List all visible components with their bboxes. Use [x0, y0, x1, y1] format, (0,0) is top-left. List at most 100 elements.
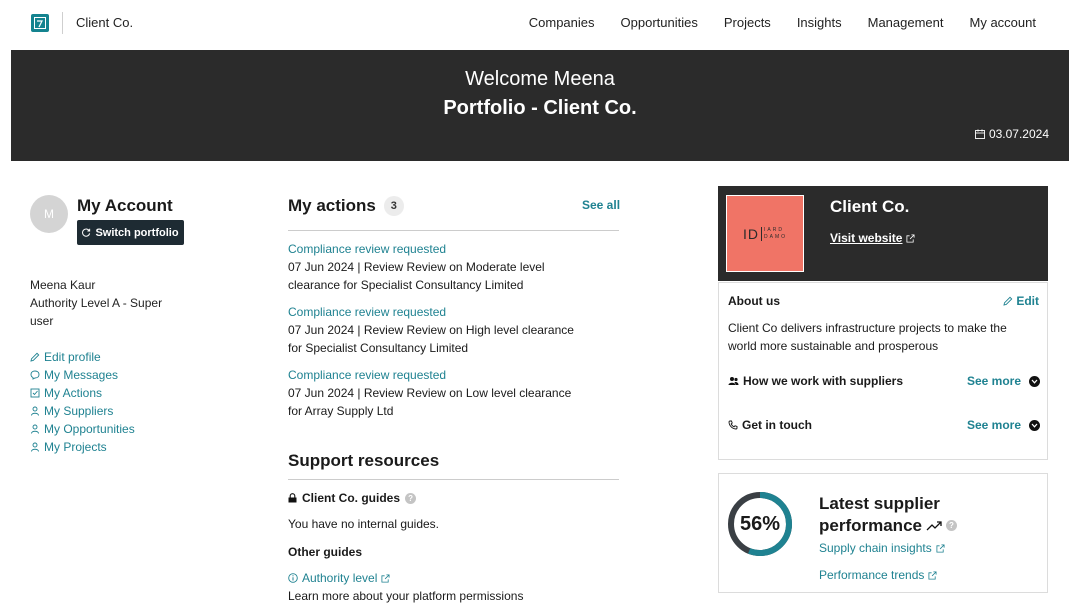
my-suppliers-label: My Suppliers: [44, 404, 114, 418]
performance-title-line1: Latest supplier: [819, 494, 940, 513]
pencil-icon: [1003, 296, 1013, 306]
help-icon[interactable]: ?: [945, 520, 957, 532]
support-resources-title: Support resources: [288, 451, 440, 470]
person-icon: [31, 442, 39, 452]
client-guides-label: Client Co. guides: [302, 491, 401, 505]
company-name: Client Co.: [830, 197, 910, 216]
actions-count-badge: 3: [383, 196, 404, 216]
info-icon: [288, 573, 298, 583]
lock-icon: [288, 493, 297, 503]
performance-title-line2: performance: [819, 516, 922, 536]
company-logo: ID IARD DAMO: [726, 195, 804, 272]
people-icon: [728, 377, 739, 385]
visit-website-link[interactable]: Visit website: [830, 231, 915, 245]
calendar-icon: [974, 129, 985, 139]
see-more-link[interactable]: See more: [967, 418, 1021, 432]
supply-chain-insights-label: Supply chain insights: [819, 541, 932, 555]
brand-name[interactable]: Client Co.: [76, 15, 133, 30]
person-icon: [31, 424, 39, 434]
get-in-touch-row[interactable]: Get in touch See more: [728, 418, 1040, 432]
my-opportunities-link[interactable]: My Opportunities: [30, 420, 135, 438]
visit-website-label: Visit website: [830, 231, 903, 245]
see-all-link[interactable]: See all: [582, 198, 620, 212]
hero-banner: Welcome Meena Portfolio - Client Co. 03.…: [11, 50, 1069, 161]
chevron-down-icon[interactable]: [1029, 419, 1040, 431]
my-suppliers-link[interactable]: My Suppliers: [30, 402, 135, 420]
user-role: Authority Level A - Super user: [30, 296, 163, 328]
switch-portfolio-button[interactable]: Switch portfolio: [77, 220, 184, 245]
my-messages-link[interactable]: My Messages: [30, 366, 135, 384]
external-link-icon: [906, 233, 915, 243]
my-messages-label: My Messages: [44, 368, 119, 382]
nav-link-my-account[interactable]: My account: [970, 15, 1036, 30]
user-info: Meena Kaur Authority Level A - Super use…: [30, 276, 180, 330]
how-we-work-label: How we work with suppliers: [743, 374, 904, 388]
action-detail: 07 Jun 2024 | Review Review on Low level…: [288, 386, 572, 418]
help-icon[interactable]: ?: [405, 492, 417, 504]
edit-profile-link[interactable]: Edit profile: [30, 348, 135, 366]
no-guides-text: You have no internal guides.: [288, 517, 440, 531]
performance-trends-link[interactable]: Performance trends: [819, 568, 937, 582]
action-item: Compliance review requested 07 Jun 2024 …: [288, 303, 588, 357]
external-link-icon: [928, 570, 937, 580]
top-navigation: Client Co. Companies Opportunities Proje…: [0, 0, 1080, 46]
account-links: Edit profile My Messages My Actions My S…: [30, 348, 135, 456]
nav-links: Companies Opportunities Projects Insight…: [529, 15, 1036, 30]
welcome-heading: Welcome Meena: [465, 68, 615, 90]
authority-level-link[interactable]: Authority level: [288, 571, 390, 585]
user-name: Meena Kaur: [30, 278, 96, 292]
avatar[interactable]: M: [30, 195, 68, 233]
pencil-icon: [30, 352, 40, 362]
edit-label: Edit: [1016, 294, 1039, 308]
supplier-performance-card: 56% Latest supplier performance ? Supply…: [718, 473, 1048, 593]
action-detail: 07 Jun 2024 | Review Review on High leve…: [288, 323, 574, 355]
chevron-down-icon[interactable]: [1029, 375, 1040, 387]
about-us-text: Client Co delivers infrastructure projec…: [728, 321, 1007, 353]
action-title-link[interactable]: Compliance review requested: [288, 303, 588, 321]
phone-icon: [728, 420, 738, 430]
edit-about-button[interactable]: Edit: [1003, 294, 1039, 308]
supply-chain-insights-link[interactable]: Supply chain insights: [819, 541, 945, 555]
how-we-work-row[interactable]: How we work with suppliers See more: [728, 374, 1040, 388]
portfolio-heading: Portfolio - Client Co.: [443, 97, 637, 119]
logo-icon[interactable]: [31, 14, 49, 32]
my-actions-title: My actions: [288, 196, 376, 215]
about-us-card: About us Edit Client Co delivers infrast…: [718, 282, 1048, 460]
performance-trends-label: Performance trends: [819, 568, 925, 582]
checklist-icon: [30, 388, 40, 398]
authority-level-label: Authority level: [302, 571, 378, 585]
nav-link-insights[interactable]: Insights: [797, 15, 842, 30]
my-account-title: My Account: [77, 196, 173, 215]
see-more-link[interactable]: See more: [967, 374, 1021, 388]
external-link-icon: [936, 543, 945, 553]
nav-link-companies[interactable]: Companies: [529, 15, 595, 30]
my-projects-link[interactable]: My Projects: [30, 438, 135, 456]
my-actions-link[interactable]: My Actions: [30, 384, 135, 402]
nav-link-projects[interactable]: Projects: [724, 15, 771, 30]
person-icon: [31, 406, 39, 416]
action-title-link[interactable]: Compliance review requested: [288, 366, 588, 384]
trend-up-icon: [926, 521, 942, 531]
performance-percent: 56%: [739, 512, 781, 535]
edit-profile-label: Edit profile: [44, 350, 101, 364]
action-detail: 07 Jun 2024 | Review Review on Moderate …: [288, 260, 545, 292]
get-in-touch-label: Get in touch: [742, 418, 812, 432]
external-link-icon: [381, 573, 390, 583]
client-guides-heading: Client Co. guides ?: [288, 491, 417, 505]
company-card: ID IARD DAMO Client Co. Visit website: [718, 186, 1048, 281]
support-divider: [288, 479, 619, 480]
my-actions-label: My Actions: [44, 386, 103, 400]
date-display: 03.07.2024: [974, 127, 1049, 141]
my-projects-label: My Projects: [44, 440, 107, 454]
company-logo-text: ID: [742, 225, 759, 242]
nav-link-opportunities[interactable]: Opportunities: [621, 15, 698, 30]
my-actions-heading: My actions 3: [288, 196, 404, 216]
how-we-work-label-group: How we work with suppliers: [728, 374, 967, 388]
nav-link-management[interactable]: Management: [868, 15, 944, 30]
company-logo-subtext: IARD DAMO: [763, 226, 788, 240]
get-in-touch-label-group: Get in touch: [728, 418, 967, 432]
action-title-link[interactable]: Compliance review requested: [288, 240, 588, 258]
actions-divider: [288, 230, 619, 231]
action-item: Compliance review requested 07 Jun 2024 …: [288, 366, 588, 420]
performance-title: Latest supplier performance ?: [819, 493, 1019, 536]
